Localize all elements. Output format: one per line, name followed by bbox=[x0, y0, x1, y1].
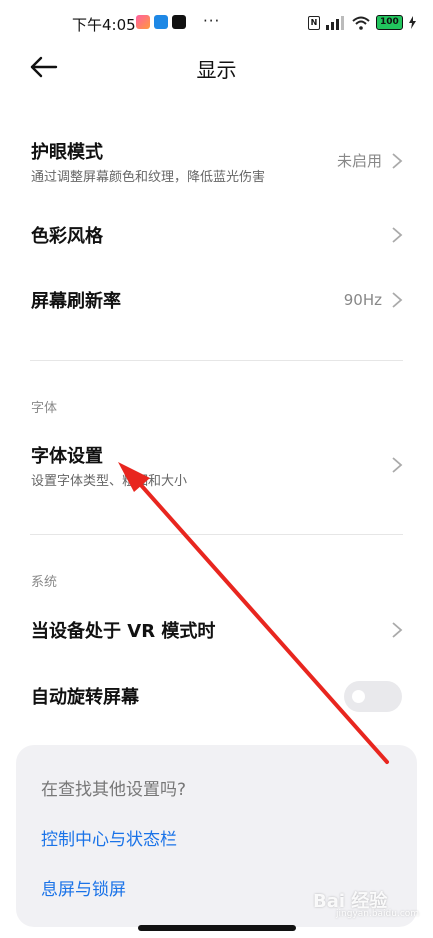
row-color-style[interactable]: 色彩风格 bbox=[0, 210, 433, 262]
row-vr-mode[interactable]: 当设备处于 VR 模式时 bbox=[0, 605, 433, 657]
charging-icon bbox=[408, 16, 416, 29]
chevron-right-icon bbox=[392, 457, 403, 473]
row-refresh-rate-title: 屏幕刷新率 bbox=[31, 291, 121, 312]
card-prompt: 在查找其他设置吗? bbox=[41, 780, 187, 800]
status-time: 下午4:05 bbox=[72, 16, 136, 34]
link-control-center[interactable]: 控制中心与状态栏 bbox=[41, 825, 177, 850]
row-refresh-rate[interactable]: 屏幕刷新率 90Hz bbox=[0, 275, 433, 327]
signal-icon bbox=[326, 15, 344, 30]
more-notifications-icon: ··· bbox=[203, 12, 221, 30]
section-divider bbox=[30, 360, 403, 361]
row-eye-care-title: 护眼模式 bbox=[31, 142, 103, 163]
status-app-icons bbox=[136, 15, 186, 29]
row-eye-care[interactable]: 护眼模式 通过调整屏幕颜色和纹理，降低蓝光伤害 未启用 bbox=[0, 128, 433, 196]
row-eye-care-subtitle: 通过调整屏幕颜色和纹理，降低蓝光伤害 bbox=[31, 170, 266, 185]
app-notification-icon bbox=[154, 15, 168, 29]
link-lock-screen[interactable]: 息屏与锁屏 bbox=[41, 875, 126, 900]
row-font-settings-title: 字体设置 bbox=[31, 446, 103, 467]
chevron-right-icon bbox=[392, 622, 403, 638]
row-font-settings-subtitle: 设置字体类型、粗细和大小 bbox=[31, 474, 188, 489]
section-label-font: 字体 bbox=[31, 401, 58, 416]
row-color-style-title: 色彩风格 bbox=[31, 226, 103, 247]
toggle-knob bbox=[352, 690, 365, 703]
chevron-right-icon bbox=[392, 227, 403, 243]
tiktok-icon bbox=[172, 15, 186, 29]
row-refresh-rate-value: 90Hz bbox=[343, 291, 382, 309]
section-divider bbox=[30, 534, 403, 535]
row-font-settings[interactable]: 字体设置 设置字体类型、粗细和大小 bbox=[0, 432, 433, 500]
chevron-right-icon bbox=[392, 292, 403, 308]
page-title: 显示 bbox=[196, 58, 237, 82]
status-indicators: N 100 bbox=[308, 15, 416, 30]
chevron-right-icon bbox=[392, 153, 403, 169]
battery-icon: 100 bbox=[376, 15, 403, 30]
row-eye-care-value: 未启用 bbox=[336, 152, 382, 170]
watermark-url: jingyan.baidu.com bbox=[336, 909, 420, 919]
nfc-icon: N bbox=[308, 15, 320, 30]
auto-rotate-toggle[interactable] bbox=[344, 681, 402, 712]
wifi-icon bbox=[352, 16, 370, 30]
row-vr-mode-title: 当设备处于 VR 模式时 bbox=[31, 621, 216, 642]
home-indicator[interactable] bbox=[138, 925, 296, 931]
section-label-system: 系统 bbox=[31, 575, 58, 590]
row-auto-rotate-title: 自动旋转屏幕 bbox=[31, 687, 139, 708]
app-notification-icon bbox=[136, 15, 150, 29]
